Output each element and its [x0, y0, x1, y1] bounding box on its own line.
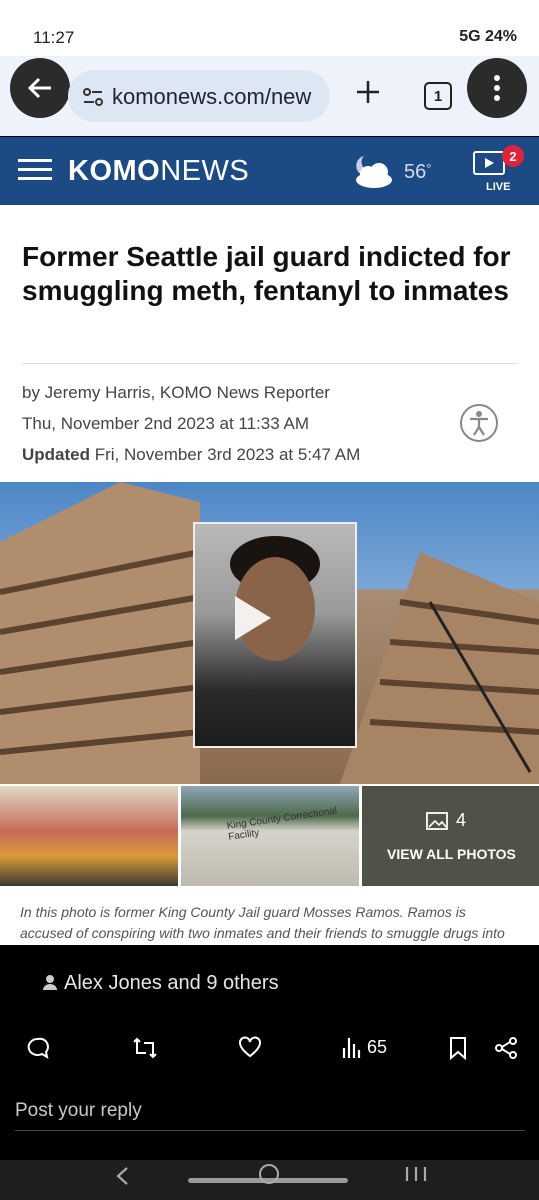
mugshot-image: [193, 522, 357, 748]
bar-chart-icon: [342, 1038, 361, 1058]
views-count: 65: [367, 1036, 388, 1057]
back-arrow-icon: [27, 77, 51, 99]
thumbnail-jail-interior[interactable]: [0, 786, 178, 886]
live-video-icon[interactable]: [473, 151, 505, 182]
new-tab-button[interactable]: [354, 78, 382, 111]
article-main-photo[interactable]: [0, 482, 539, 784]
status-time: 11:27: [33, 28, 75, 47]
plus-icon: [357, 81, 379, 103]
menu-icon[interactable]: [18, 153, 52, 186]
nav-recents-icon[interactable]: [404, 1165, 428, 1188]
tab-switcher-button[interactable]: 1: [424, 82, 452, 110]
view-all-photos-button[interactable]: 4 VIEW ALL PHOTOS: [362, 786, 539, 886]
updated-date: Updated Fri, November 3rd 2023 at 5:47 A…: [22, 445, 360, 465]
status-indicators: 5G 24%: [459, 28, 517, 45]
view-all-label: VIEW ALL PHOTOS: [387, 846, 516, 862]
browser-toolbar: komonews.com/new 1: [0, 56, 539, 136]
site-header: KOMONEWS 56° LIVE: [0, 137, 539, 205]
play-icon[interactable]: [235, 596, 271, 640]
photo-count-value: 4: [456, 810, 467, 830]
byline[interactable]: by Jeremy Harris, KOMO News Reporter: [22, 383, 330, 403]
comment-icon: [27, 1037, 49, 1060]
liked-by[interactable]: Alex Jones and 9 others: [42, 972, 279, 995]
nav-back-icon[interactable]: [114, 1166, 130, 1191]
logo-bold-text: KOMO: [68, 155, 161, 187]
thumbnail-facility-sign[interactable]: King County Correctional Facility: [181, 786, 359, 886]
reply-input[interactable]: Post your reply: [15, 1100, 142, 1122]
heart-icon: [239, 1036, 261, 1058]
more-vert-icon: [494, 75, 500, 101]
retweet-button[interactable]: [132, 1036, 158, 1065]
views-button[interactable]: 65: [342, 1036, 387, 1058]
weather-temp[interactable]: 56°: [404, 161, 431, 184]
accessibility-icon[interactable]: [460, 404, 498, 442]
photo-count: 4: [426, 810, 466, 831]
share-icon: [495, 1037, 517, 1059]
retweet-icon: [133, 1037, 157, 1059]
bookmark-icon: [450, 1037, 466, 1061]
status-bar: 11:27 5G 24%: [0, 0, 539, 56]
updated-label: Updated: [22, 445, 90, 464]
back-button[interactable]: [10, 58, 70, 118]
deg-sign: °: [426, 161, 432, 176]
person-icon: [43, 975, 57, 990]
reply-divider: [15, 1130, 525, 1131]
liked-by-text: Alex Jones and 9 others: [64, 972, 279, 994]
updated-value: Fri, November 3rd 2023 at 5:47 AM: [94, 445, 361, 464]
live-notification-badge: 2: [502, 145, 524, 167]
divider: [22, 363, 518, 364]
facility-sign-text: King County Correctional Facility: [226, 805, 338, 843]
bookmark-button[interactable]: [448, 1036, 468, 1065]
system-nav-bar: [0, 1160, 539, 1200]
weather-cloud-icon[interactable]: [350, 152, 396, 195]
site-settings-icon[interactable]: [82, 86, 104, 113]
image-icon: [426, 811, 448, 830]
reply-button[interactable]: [26, 1036, 50, 1065]
logo-rest-text: NEWS: [160, 155, 250, 187]
temp-value: 56: [404, 161, 427, 183]
browser-menu-button[interactable]: [467, 58, 527, 118]
publish-date: Thu, November 2nd 2023 at 11:33 AM: [22, 414, 309, 433]
article-headline: Former Seattle jail guard indicted for s…: [22, 241, 511, 306]
share-button[interactable]: [494, 1036, 518, 1065]
nav-home-icon[interactable]: [259, 1164, 279, 1184]
live-label[interactable]: LIVE: [486, 181, 510, 193]
url-text[interactable]: komonews.com/new: [112, 84, 320, 110]
site-logo[interactable]: KOMONEWS: [68, 155, 249, 188]
like-button[interactable]: [238, 1036, 262, 1063]
